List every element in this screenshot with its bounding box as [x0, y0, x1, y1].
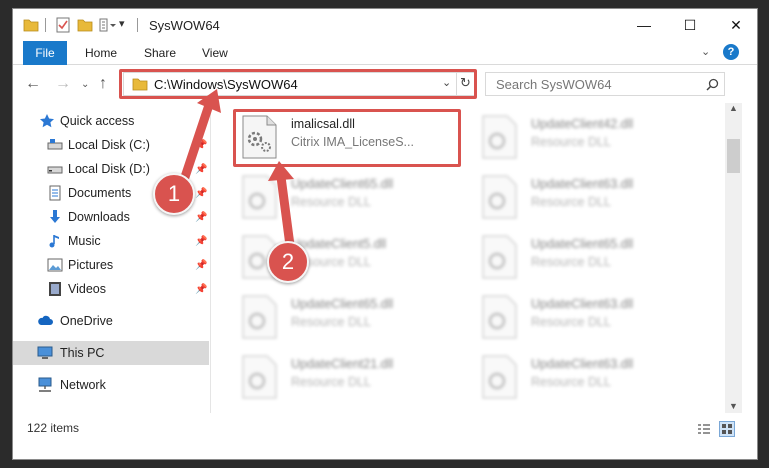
step-2-badge: 2 [267, 241, 309, 283]
annotation-arrows [178, 89, 296, 258]
file-explorer-window: ▾ SysWOW64 — ☐ ✕ File Home Share View ⌄ … [12, 8, 758, 460]
step-1-badge: 1 [153, 173, 195, 215]
